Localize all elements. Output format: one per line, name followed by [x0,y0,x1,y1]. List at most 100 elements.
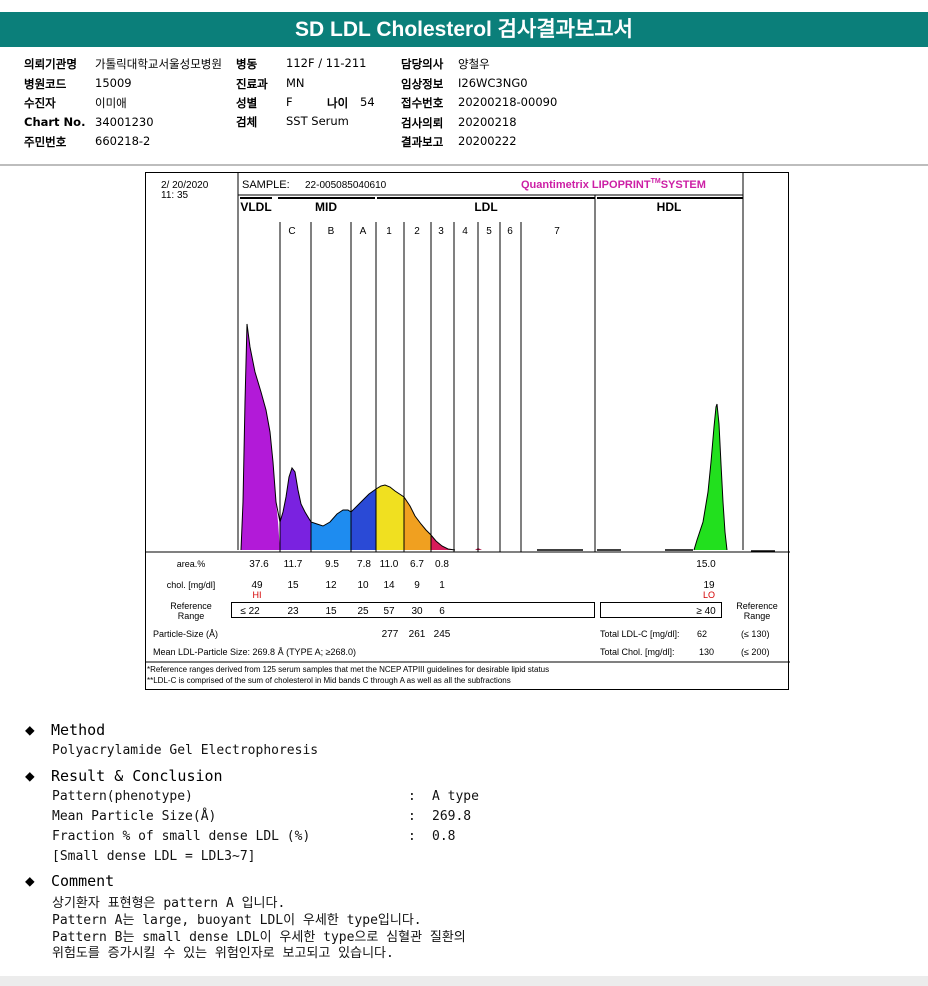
particle-size-1: 277 [382,629,399,640]
receipt-value: 20200218-00090 [458,95,558,109]
request-label: 검사의뢰 [401,116,444,130]
flag-hi: HI [253,590,262,600]
ref-label-right-2: Range [744,611,771,621]
ward-label: 병동 [236,57,258,71]
area-hdl: 15.0 [696,559,716,570]
hospital-label: 의뢰기관명 [24,57,77,71]
area-label: area.% [177,559,206,569]
result-sep-fraction: : [408,829,416,844]
band-label-3: 3 [438,226,444,237]
code-value: 15009 [95,76,132,90]
reported-label: 결과보고 [401,135,444,149]
result-value-fraction: 0.8 [432,829,456,844]
sex-value: F [286,95,293,109]
mid-a-peak [351,489,376,550]
dept-value: MN [286,76,305,90]
result-label-pattern: Pattern(phenotype) [52,789,193,804]
chol-label: chol. [mg/dl] [167,580,216,590]
band-label-b: B [328,226,335,237]
total-ldl-range: (≤ 130) [741,629,769,639]
ref-label-left-2: Range [178,611,205,621]
ref-ldl-1: 57 [383,606,395,617]
total-ldl-value: 62 [697,629,707,639]
footnote-2: **LDL-C is comprised of the sum of chole… [147,676,511,685]
total-chol-value: 130 [699,647,714,657]
particle-size-label: Particle-Size (Å) [153,629,218,639]
particle-size-3: 245 [434,629,451,640]
sample-label: SAMPLE: [242,179,290,191]
dept-label: 진료과 [236,77,268,91]
sex-label: 성별 [236,96,258,110]
result-value-size: 269.8 [432,809,472,824]
reported-value: 20200222 [458,134,517,148]
area-vldl: 37.6 [249,559,269,570]
area-ldl-1: 11.0 [380,559,399,570]
report-title: SD LDL Cholesterol 검사결과보고서 [0,12,928,47]
group-hdl: HDL [657,200,682,214]
band-label-6: 6 [507,226,513,237]
doctor-label: 담당의사 [401,57,444,71]
sample-value: 22-005085040610 [305,180,387,191]
comment-heading: ◆ Comment [25,871,115,890]
result-label-size: Mean Particle Size(Å) [52,809,217,824]
small-dense-note: [Small dense LDL = LDL3~7] [52,849,256,864]
result-sep-pattern: : [408,789,416,804]
footnote-1: *Reference ranges derived from 125 serum… [147,665,549,674]
ref-mid-c: 23 [287,606,299,617]
group-vldl: VLDL [240,200,271,214]
divider [0,164,928,166]
chol-ldl-1: 14 [383,580,395,591]
result-label-fraction: Fraction % of small dense LDL (%) [52,829,311,844]
ldl-3-peak [431,535,455,550]
patient-info: 의뢰기관명 가톨릭대학교서울성모병원 병동 112F / 11-211 담당의사… [0,52,928,164]
doctor-value: 양철우 [458,57,490,71]
result-sep-size: : [408,809,416,824]
result-value-pattern: A type [432,789,479,804]
specimen-value: SST Serum [286,114,349,128]
result-heading: ◆ Result & Conclusion [25,766,223,785]
chol-ldl-3: 1 [439,580,445,591]
mid-c-peak [280,468,311,550]
area-mid-b: 9.5 [325,559,339,570]
footer-band [0,976,928,986]
chol-mid-c: 15 [287,580,299,591]
clinical-label: 임상정보 [401,77,444,91]
area-mid-c: 11.7 [284,559,303,570]
method-text: Polyacrylamide Gel Electrophoresis [52,743,319,758]
id-value: 660218-2 [95,134,151,148]
group-mid: MID [315,200,337,214]
ref-ldl-3: 6 [439,606,445,617]
diamond-bullet-icon: ◆ [25,871,35,890]
band-label-5: 5 [486,226,492,237]
band-label-c: C [288,226,295,237]
area-ldl-2: 6.7 [410,559,424,570]
chol-ldl-2: 9 [414,580,420,591]
chol-mid-a: 10 [357,580,369,591]
total-chol-label: Total Chol. [mg/dl]: [600,647,675,657]
vldl-peak [241,324,280,550]
band-label-a: A [360,226,367,237]
group-ldl: LDL [474,200,497,214]
particle-size-2: 261 [409,629,426,640]
chart-no-value: 34001230 [95,115,154,129]
ref-mid-a: 25 [357,606,369,617]
diamond-bullet-icon: ◆ [25,720,35,739]
lipoprint-report: 2/ 20/2020 11: 35 SAMPLE: 22-00508504061… [145,172,790,691]
comment-line: 위험도를 증가시킬 수 있는 위험인자로 보고되고 있습니다. [52,946,394,961]
patient-value: 이미애 [95,96,127,110]
patient-label: 수진자 [24,96,56,110]
band-label-7: 7 [554,226,560,237]
ref-ldl-2: 30 [411,606,423,617]
method-heading: ◆ Method [25,720,106,739]
ldl-2-peak [404,497,431,550]
ref-mid-b: 15 [325,606,337,617]
band-label-1: 1 [386,226,392,237]
age-value: 54 [360,95,375,109]
age-label: 나이 [327,96,349,110]
area-mid-a: 7.8 [357,559,371,570]
receipt-label: 접수번호 [401,96,444,110]
chol-mid-b: 12 [325,580,337,591]
code-label: 병원코드 [24,77,67,91]
specimen-label: 검체 [236,115,258,129]
request-value: 20200218 [458,115,517,129]
